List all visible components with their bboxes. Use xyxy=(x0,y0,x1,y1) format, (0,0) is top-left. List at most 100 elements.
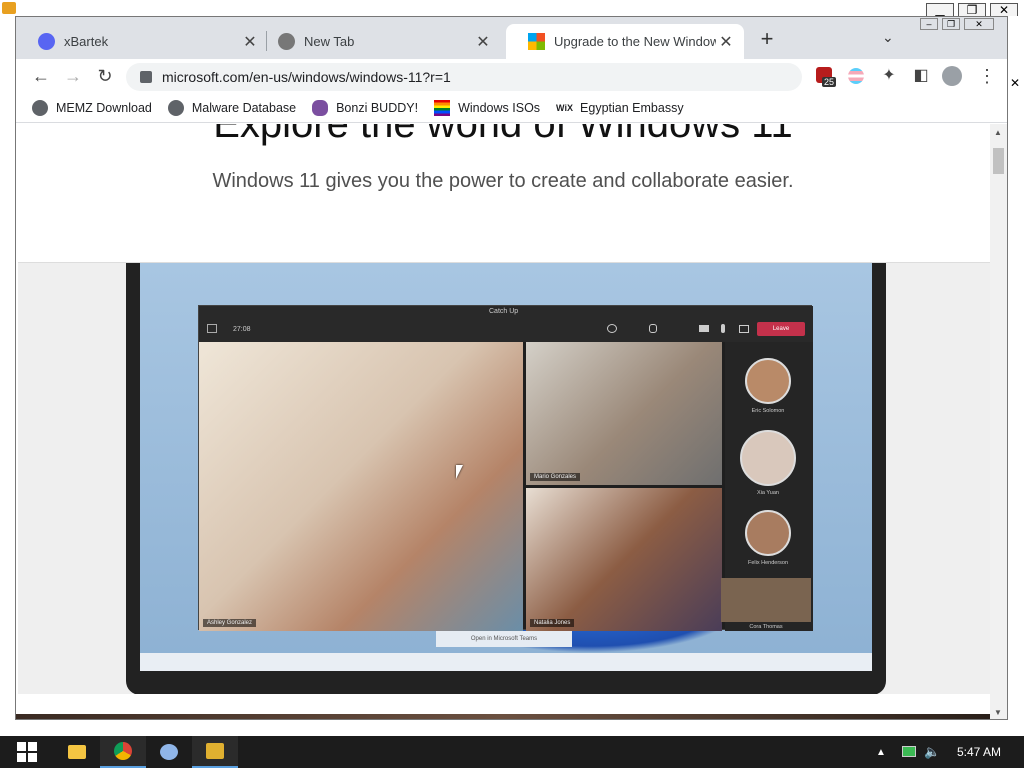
tab-strip: – ❐ ✕ xBartek ✕ New Tab ✕ Upgrade to the… xyxy=(16,17,1007,59)
bookmark-label: Malware Database xyxy=(191,100,297,115)
scroll-down-icon[interactable]: ▼ xyxy=(994,708,1002,717)
scrollbar-thumb[interactable] xyxy=(993,148,1004,174)
forward-icon[interactable]: → xyxy=(60,63,86,89)
tab-windows-11[interactable]: Upgrade to the New Windows 11 ✕ xyxy=(506,24,744,59)
tab-xbartek[interactable]: xBartek ✕ xyxy=(16,24,268,59)
scroll-up-icon[interactable]: ▲ xyxy=(994,128,1002,137)
bookmark-windows-isos[interactable]: Windows ISOs xyxy=(434,99,541,116)
outer-window-left xyxy=(0,16,15,736)
camera-icon[interactable] xyxy=(699,325,709,332)
bookmark-label: Windows ISOs xyxy=(458,100,541,115)
laptop-frame: Catch Up 27:08 Leave Ashley Gonzalez Mar… xyxy=(126,263,886,695)
close-tab-icon[interactable]: ✕ xyxy=(716,32,736,52)
network-icon[interactable] xyxy=(902,746,916,757)
profile-avatar-icon[interactable] xyxy=(942,66,962,86)
lock-icon xyxy=(140,71,152,83)
tab-title: xBartek xyxy=(64,34,109,49)
meeting-timer: 27:08 xyxy=(233,326,251,333)
outer-window-titlebar: ▁ ❐ ✕ xyxy=(0,0,1024,17)
next-section-image xyxy=(16,714,990,719)
restore-button[interactable]: ❐ xyxy=(942,18,960,30)
bookmarks-bar: MEMZ Download Malware Database Bonzi BUD… xyxy=(16,93,1007,123)
minimize-button[interactable]: – xyxy=(920,18,938,30)
address-bar[interactable]: microsoft.com/en-us/windows/windows-11?r… xyxy=(126,63,802,91)
outer-minimize-button[interactable]: ▁ xyxy=(926,3,954,17)
tab-title: New Tab xyxy=(304,34,355,49)
file-explorer-icon xyxy=(68,745,86,759)
share-screen-icon[interactable] xyxy=(739,325,749,333)
bonzi-icon xyxy=(312,99,329,116)
excel-icon xyxy=(206,743,224,759)
extension-badge-count: 25 xyxy=(822,77,837,87)
trans-flag-extension-icon[interactable] xyxy=(848,68,864,84)
participant-video: Cora Thomas xyxy=(721,578,811,630)
participant-avatar: Eric Solomon xyxy=(745,358,791,414)
bookmark-malware-database[interactable]: Malware Database xyxy=(167,99,297,116)
paint-icon xyxy=(160,744,178,760)
discord-icon xyxy=(38,33,55,50)
menu-kebab-icon[interactable]: ⋮ xyxy=(974,63,1000,89)
bookmark-label: Egyptian Embassy xyxy=(580,100,684,115)
bookmark-memz[interactable]: MEMZ Download xyxy=(32,99,152,116)
reload-icon[interactable]: ↻ xyxy=(92,63,118,89)
hero-title: Explore the world of Windows 11 xyxy=(213,124,793,146)
volume-icon[interactable]: 🔈 xyxy=(924,744,940,760)
teams-meeting-window: Catch Up 27:08 Leave Ashley Gonzalez Mar… xyxy=(198,305,813,631)
microsoft-icon xyxy=(528,33,545,50)
file-explorer-button[interactable] xyxy=(54,736,100,768)
raise-hand-icon[interactable] xyxy=(649,324,657,333)
windows-taskbar: ▲ 🔈 5:47 AM xyxy=(0,736,1024,768)
back-icon[interactable]: ← xyxy=(28,63,54,89)
app-logo-icon xyxy=(2,2,16,14)
system-clock[interactable]: 5:47 AM xyxy=(950,736,1008,768)
microphone-icon[interactable] xyxy=(721,324,725,333)
rainbow-flag-icon xyxy=(434,99,451,116)
teams-window-title: Catch Up xyxy=(489,308,519,315)
bookmark-egyptian-embassy[interactable]: WiX Egyptian Embassy xyxy=(556,100,684,116)
vertical-scrollbar[interactable]: ▲ ▼ xyxy=(990,124,1007,719)
chrome-icon xyxy=(278,33,295,50)
participant-avatar: Felix Henderson xyxy=(745,510,791,566)
start-icon xyxy=(17,742,37,762)
extensions-puzzle-icon[interactable]: ✦ xyxy=(876,63,902,89)
laptop-screen: Catch Up 27:08 Leave Ashley Gonzalez Mar… xyxy=(140,263,872,671)
side-panel-icon[interactable]: ◧ xyxy=(908,63,934,89)
participant-name: Natalia Jones xyxy=(530,619,575,627)
outer-close-button[interactable]: ✕ xyxy=(990,3,1018,17)
show-hidden-icons[interactable]: ▲ xyxy=(876,747,886,758)
chrome-taskbar-button[interactable] xyxy=(100,736,146,768)
paint-taskbar-button[interactable] xyxy=(146,736,192,768)
chrome-window: – ❐ ✕ xBartek ✕ New Tab ✕ Upgrade to the… xyxy=(15,16,1008,720)
video-tile-3: Natalia Jones xyxy=(526,488,722,631)
grid-view-icon[interactable] xyxy=(207,324,217,333)
bookmark-bonzi[interactable]: Bonzi BUDDY! xyxy=(312,99,419,116)
new-tab-button[interactable]: + xyxy=(756,28,778,52)
participant-name: Ashley Gonzalez xyxy=(203,619,257,627)
open-in-teams-button[interactable]: Open in Microsoft Teams xyxy=(436,631,572,647)
web-page: Explore the world of Windows 11 Windows … xyxy=(16,124,990,719)
bookmark-label: Bonzi BUDDY! xyxy=(336,100,419,115)
excel-taskbar-button[interactable] xyxy=(192,736,238,768)
tab-search-icon[interactable]: ⌄ xyxy=(882,29,894,46)
participants-icon[interactable] xyxy=(607,324,617,333)
tab-new-tab[interactable]: New Tab ✕ xyxy=(256,24,501,59)
leave-button[interactable]: Leave xyxy=(757,322,805,336)
close-tab-icon[interactable]: ✕ xyxy=(473,32,493,52)
chrome-icon xyxy=(114,742,132,760)
video-tile-2: Mario Gonzales xyxy=(526,342,722,485)
globe-icon xyxy=(32,99,48,116)
url-text: microsoft.com/en-us/windows/windows-11?r… xyxy=(162,69,451,85)
hero-image: Catch Up 27:08 Leave Ashley Gonzalez Mar… xyxy=(18,262,990,695)
wix-icon: WiX xyxy=(556,102,573,113)
outer-close-icon[interactable]: ✕ xyxy=(1010,76,1020,90)
outer-maximize-button[interactable]: ❐ xyxy=(958,3,986,17)
participants-panel: Eric Solomon Xia Yuan Felix Henderson Co… xyxy=(721,342,813,631)
start-button[interactable] xyxy=(4,736,50,768)
chrome-window-controls: – ❐ ✕ xyxy=(920,17,1007,33)
hero-subtitle: Windows 11 gives you the power to create… xyxy=(212,170,794,192)
close-button[interactable]: ✕ xyxy=(964,18,994,30)
participant-avatar: Xia Yuan xyxy=(740,430,796,496)
bookmark-label: MEMZ Download xyxy=(56,100,152,115)
outer-window-right: ✕ xyxy=(1008,16,1024,736)
tab-title: Upgrade to the New Windows 11 xyxy=(554,34,716,49)
